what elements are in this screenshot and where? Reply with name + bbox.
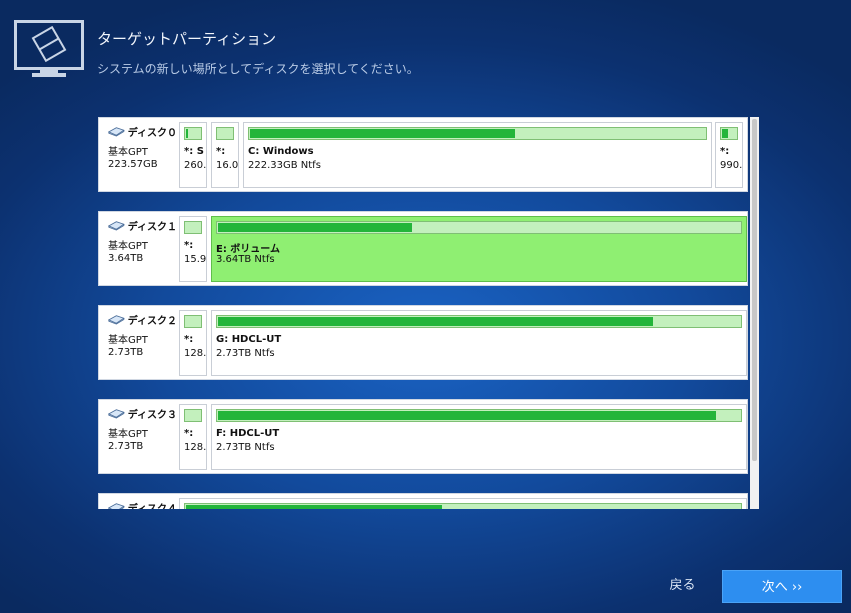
partition-detail: 15.9 (184, 254, 207, 265)
usage-bar (184, 503, 742, 509)
usage-bar (216, 221, 742, 234)
usage-bar (248, 127, 707, 140)
disk-name: ディスク１ (127, 222, 177, 233)
disk-info: ディスク０ 基本GPT 223.57GB (99, 118, 177, 191)
partition-block[interactable]: *: 128. (179, 310, 207, 376)
partition-block[interactable] (179, 498, 747, 509)
vertical-scrollbar[interactable] (750, 117, 759, 509)
usage-bar (216, 315, 742, 328)
partition-label: *: S (184, 146, 204, 157)
usage-bar (184, 221, 202, 234)
usage-bar (184, 127, 202, 140)
hard-disk-icon (108, 503, 125, 509)
back-button[interactable]: 戻る (655, 571, 710, 601)
partition-label: F: HDCL-UT (216, 428, 280, 439)
usage-bar (184, 315, 202, 328)
partition-detail: 128. (184, 442, 207, 453)
partition-block[interactable]: C: Windows 222.33GB Ntfs (243, 122, 712, 188)
monitor-partition-icon (14, 20, 84, 78)
disk-size: 223.57GB (108, 159, 158, 170)
disk-info: ディスク３ 基本GPT 2.73TB (99, 400, 177, 473)
disk-type: 基本GPT (108, 335, 148, 346)
disk-info: ディスク４ (99, 494, 177, 509)
usage-fill (250, 129, 516, 138)
disk-row-0[interactable]: ディスク０ 基本GPT 223.57GB *: S 260. *: 16.0 C… (98, 117, 748, 192)
disk-name: ディスク３ (127, 410, 177, 421)
partition-detail: 16.0 (216, 160, 239, 171)
partition-detail: 222.33GB Ntfs (248, 160, 321, 171)
disk-type: 基本GPT (108, 241, 148, 252)
usage-bar (216, 409, 742, 422)
partition-block[interactable]: *: S 260. (179, 122, 207, 188)
disk-row-3[interactable]: ディスク３ 基本GPT 2.73TB *: 128. F: HDCL-UT 2.… (98, 399, 748, 474)
hard-disk-icon (108, 409, 125, 419)
partition-label: *: (184, 428, 194, 439)
partition-label: E: ボリューム (216, 244, 281, 255)
partition-block[interactable]: *: 16.0 (211, 122, 239, 188)
disk-list: ディスク０ 基本GPT 223.57GB *: S 260. *: 16.0 C… (98, 117, 749, 509)
usage-bar (720, 127, 738, 140)
partition-block[interactable]: *: 15.9 (179, 216, 207, 282)
disk-type: 基本GPT (108, 429, 148, 440)
partition-label: G: HDCL-UT (216, 334, 282, 345)
partition-detail: 128. (184, 348, 207, 359)
disk-info: ディスク２ 基本GPT 2.73TB (99, 306, 177, 379)
usage-fill (218, 317, 653, 326)
usage-fill (722, 129, 728, 138)
partition-detail: 3.64TB Ntfs (216, 254, 275, 265)
partition-detail: 2.73TB Ntfs (216, 348, 275, 359)
partition-label: *: (216, 146, 226, 157)
partition-block[interactable]: *: 990. (715, 122, 743, 188)
hard-disk-icon (108, 221, 125, 231)
partition-label: *: (720, 146, 730, 157)
disk-row-2[interactable]: ディスク２ 基本GPT 2.73TB *: 128. G: HDCL-UT 2.… (98, 305, 748, 380)
partition-block-selected[interactable]: E: ボリューム 3.64TB Ntfs (211, 216, 747, 282)
hard-disk-icon (108, 127, 125, 137)
usage-fill (186, 505, 442, 509)
page-title: ターゲットパーティション (97, 30, 277, 48)
disk-type: 基本GPT (108, 147, 148, 158)
usage-fill (218, 223, 412, 232)
disk-info: ディスク１ 基本GPT 3.64TB (99, 212, 177, 285)
partition-detail: 2.73TB Ntfs (216, 442, 275, 453)
disk-name: ディスク２ (127, 316, 177, 327)
disk-row-1[interactable]: ディスク１ 基本GPT 3.64TB *: 15.9 E: ボリューム 3.64… (98, 211, 748, 286)
partition-block[interactable]: F: HDCL-UT 2.73TB Ntfs (211, 404, 747, 470)
disk-name: ディスク４ (128, 500, 177, 509)
usage-bar (216, 127, 234, 140)
scrollbar-thumb[interactable] (752, 119, 757, 461)
partition-label: *: (184, 240, 194, 251)
usage-bar (184, 409, 202, 422)
partition-label: C: Windows (248, 146, 314, 157)
partition-block[interactable]: *: 128. (179, 404, 207, 470)
disk-size: 2.73TB (108, 347, 144, 358)
next-button[interactable]: 次へ ›› (722, 570, 842, 603)
partition-detail: 260. (184, 160, 207, 171)
disk-size: 2.73TB (108, 441, 144, 452)
usage-fill (218, 411, 716, 420)
partition-label: *: (184, 334, 194, 345)
usage-fill (186, 129, 189, 138)
partition-detail: 990. (720, 160, 743, 171)
partition-block[interactable]: G: HDCL-UT 2.73TB Ntfs (211, 310, 747, 376)
disk-row-4[interactable]: ディスク４ (98, 493, 748, 509)
disk-size: 3.64TB (108, 253, 144, 264)
page-subtitle: システムの新しい場所としてディスクを選択してください。 (97, 62, 419, 76)
disk-name: ディスク０ (127, 128, 177, 139)
hard-disk-icon (108, 315, 125, 325)
